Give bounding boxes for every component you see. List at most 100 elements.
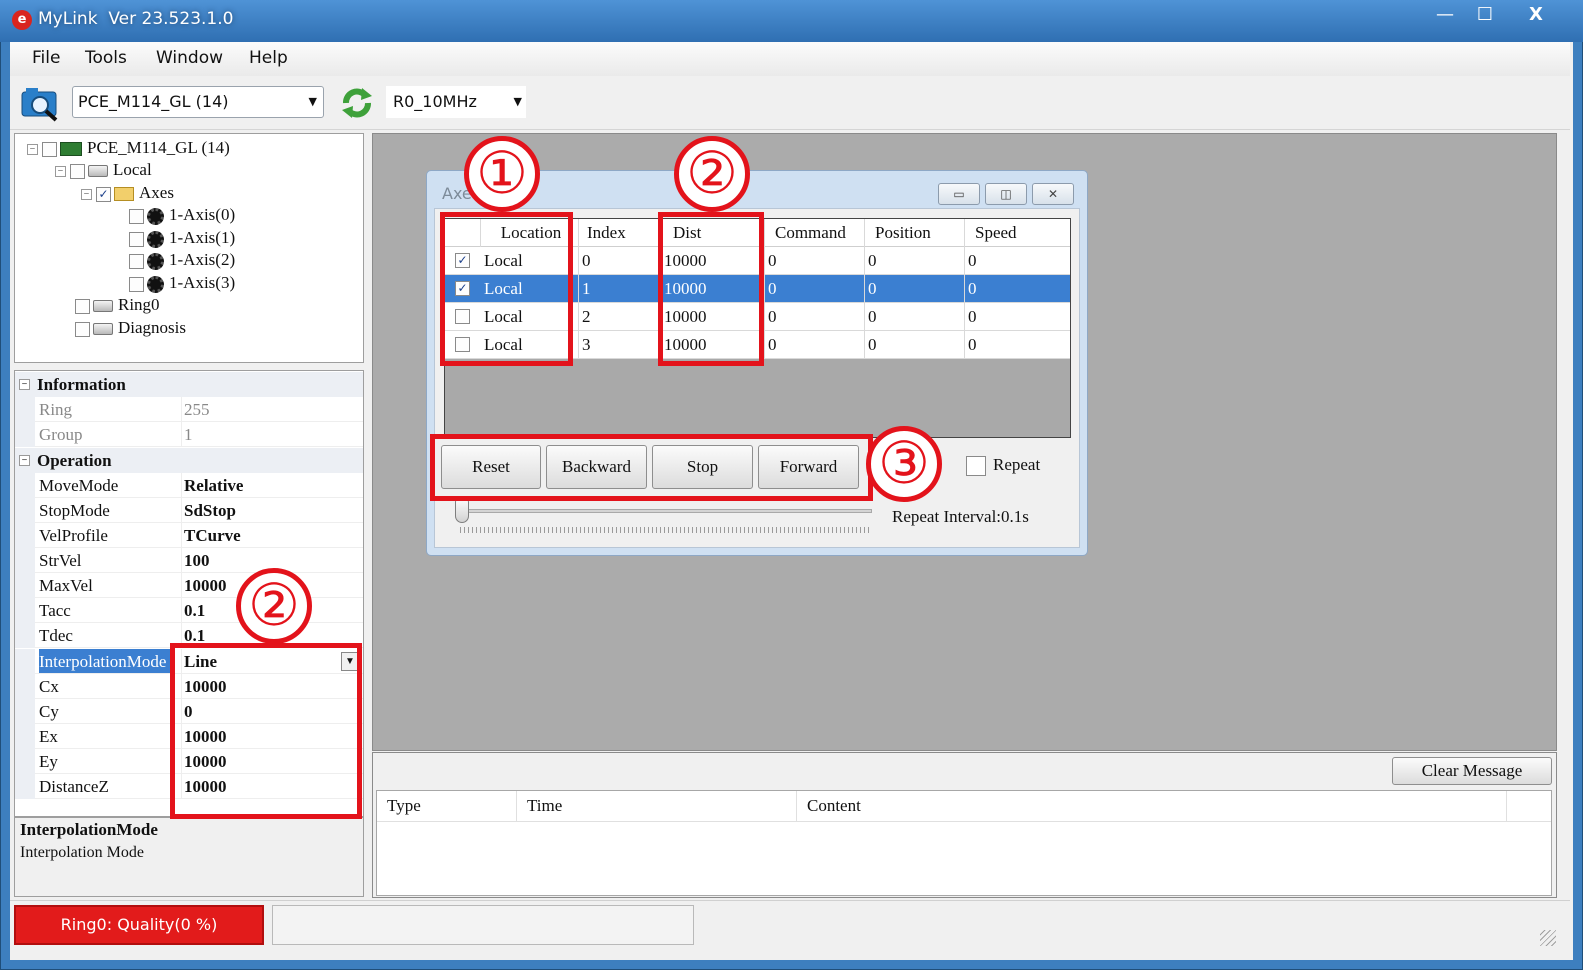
menu-file[interactable]: File	[32, 48, 60, 68]
drive-icon	[88, 165, 108, 178]
gear-icon	[147, 275, 164, 293]
resize-grip-icon[interactable]	[1540, 930, 1556, 946]
repeat-interval-slider[interactable]	[458, 509, 872, 513]
annotation-marker-2b: ②	[236, 568, 312, 644]
title-bar[interactable]	[0, 0, 1583, 42]
property-name: Ring	[39, 400, 73, 419]
property-row-maxvel[interactable]: MaxVel 10000	[15, 573, 363, 598]
property-row-group[interactable]: Group 1	[15, 422, 363, 447]
status-field	[272, 905, 694, 945]
tree-checkbox[interactable]	[129, 253, 144, 269]
column-header-time[interactable]: Time	[517, 791, 797, 821]
property-row-movemode[interactable]: MoveMode Relative	[15, 473, 363, 498]
menu-help[interactable]: Help	[249, 48, 288, 68]
column-header-position[interactable]: Position	[865, 219, 965, 247]
cell-command: 0	[765, 331, 865, 359]
annotation-box-location	[440, 212, 573, 366]
column-header-command[interactable]: Command	[765, 219, 865, 247]
board-icon	[60, 142, 82, 157]
tree-node-ring0[interactable]: Ring0	[75, 294, 160, 316]
tree-label: 1-Axis(2)	[169, 250, 236, 269]
child-minimize-button[interactable]: ▭	[938, 183, 980, 205]
cell-command: 0	[765, 247, 865, 275]
property-row-strvel[interactable]: StrVel 100	[15, 548, 363, 573]
property-row-velprofile[interactable]: VelProfile TCurve	[15, 523, 363, 548]
property-name: Tacc	[39, 601, 71, 620]
cell-command: 0	[765, 275, 865, 303]
description-text: Interpolation Mode	[20, 844, 144, 861]
tree-node-diagnosis[interactable]: Diagnosis	[75, 317, 186, 339]
collapse-icon[interactable]: −	[27, 143, 38, 155]
slider-ticks	[460, 527, 870, 533]
property-name: StopMode	[39, 501, 110, 520]
property-row-stopmode[interactable]: StopMode SdStop	[15, 498, 363, 523]
tree-node-axis-1[interactable]: 1-Axis(1)	[129, 227, 235, 249]
property-name: Cy	[39, 702, 59, 721]
category-label: Operation	[37, 451, 112, 470]
tree-checkbox[interactable]	[129, 276, 144, 292]
property-name: InterpolationMode	[39, 649, 175, 673]
cell-command: 0	[765, 303, 865, 331]
close-button[interactable]: X	[1506, 2, 1566, 30]
tree-node-axis-2[interactable]: 1-Axis(2)	[129, 249, 235, 271]
tree-node-axes[interactable]: − ✓ Axes	[81, 182, 174, 204]
category-label: Information	[37, 375, 126, 394]
device-select[interactable]: PCE_M114_GL (14) ▼	[72, 86, 324, 118]
property-value[interactable]: Relative	[181, 473, 361, 497]
collapse-icon[interactable]: −	[55, 165, 66, 177]
column-header-type[interactable]: Type	[377, 791, 517, 821]
tree-checkbox[interactable]	[70, 163, 85, 179]
tree-node-axis-3[interactable]: 1-Axis(3)	[129, 272, 235, 294]
clock-select[interactable]: R0_10MHz ▼	[386, 86, 526, 118]
window-title: MyLink Ver 23.523.1.0	[38, 9, 233, 29]
tree-label: PCE_M114_GL (14)	[87, 138, 230, 157]
property-row-ring[interactable]: Ring 255	[15, 397, 363, 422]
menu-tools[interactable]: Tools	[85, 48, 127, 68]
scan-device-icon[interactable]	[20, 86, 60, 122]
tree-node-root[interactable]: − PCE_M114_GL (14)	[27, 137, 230, 159]
tree-node-local[interactable]: − Local	[55, 159, 152, 181]
column-header-content[interactable]: Content	[797, 791, 1507, 821]
collapse-icon[interactable]: −	[19, 379, 30, 390]
clear-message-button[interactable]: Clear Message	[1392, 757, 1552, 785]
chevron-down-icon: ▼	[308, 95, 317, 108]
column-header-index[interactable]: Index	[579, 219, 661, 247]
refresh-icon[interactable]	[338, 84, 376, 122]
property-name: StrVel	[39, 551, 82, 570]
property-name: Tdec	[39, 626, 73, 645]
property-name: Ex	[39, 727, 58, 746]
child-close-button[interactable]: ✕	[1032, 183, 1074, 205]
property-value[interactable]: TCurve	[181, 523, 361, 547]
column-header-speed[interactable]: Speed	[965, 219, 1070, 247]
menu-window[interactable]: Window	[156, 48, 223, 68]
tree-checkbox[interactable]	[75, 298, 90, 314]
device-select-value: PCE_M114_GL (14)	[78, 92, 229, 111]
collapse-icon[interactable]: −	[81, 188, 92, 200]
app-version: Ver 23.523.1.0	[108, 9, 234, 29]
tree-label: 1-Axis(1)	[169, 228, 236, 247]
property-description: InterpolationMode Interpolation Mode	[14, 817, 364, 897]
category-information[interactable]: − Information	[15, 372, 363, 397]
collapse-icon[interactable]: −	[19, 455, 30, 466]
property-value[interactable]: SdStop	[181, 498, 361, 522]
message-list: Type Time Content	[376, 790, 1552, 896]
cell-index: 3	[579, 331, 661, 359]
child-restore-button[interactable]: ◫	[985, 183, 1027, 205]
tree-node-axis-0[interactable]: 1-Axis(0)	[129, 204, 235, 226]
category-operation[interactable]: − Operation	[15, 448, 363, 473]
maximize-button[interactable]: ☐	[1468, 2, 1502, 30]
cell-speed: 0	[968, 335, 977, 354]
repeat-checkbox[interactable]	[966, 456, 986, 476]
tree-checkbox[interactable]: ✓	[96, 186, 111, 202]
cell-speed: 0	[968, 307, 977, 326]
tree-checkbox[interactable]	[42, 141, 57, 157]
minimize-button[interactable]: —	[1428, 2, 1462, 30]
property-name: MoveMode	[39, 476, 119, 495]
cell-position: 0	[865, 275, 965, 303]
cell-position: 0	[865, 247, 965, 275]
tree-checkbox[interactable]	[129, 231, 144, 247]
tree-label: Axes	[139, 183, 174, 202]
slider-thumb[interactable]	[455, 499, 469, 523]
tree-checkbox[interactable]	[129, 208, 144, 224]
tree-checkbox[interactable]	[75, 321, 90, 337]
